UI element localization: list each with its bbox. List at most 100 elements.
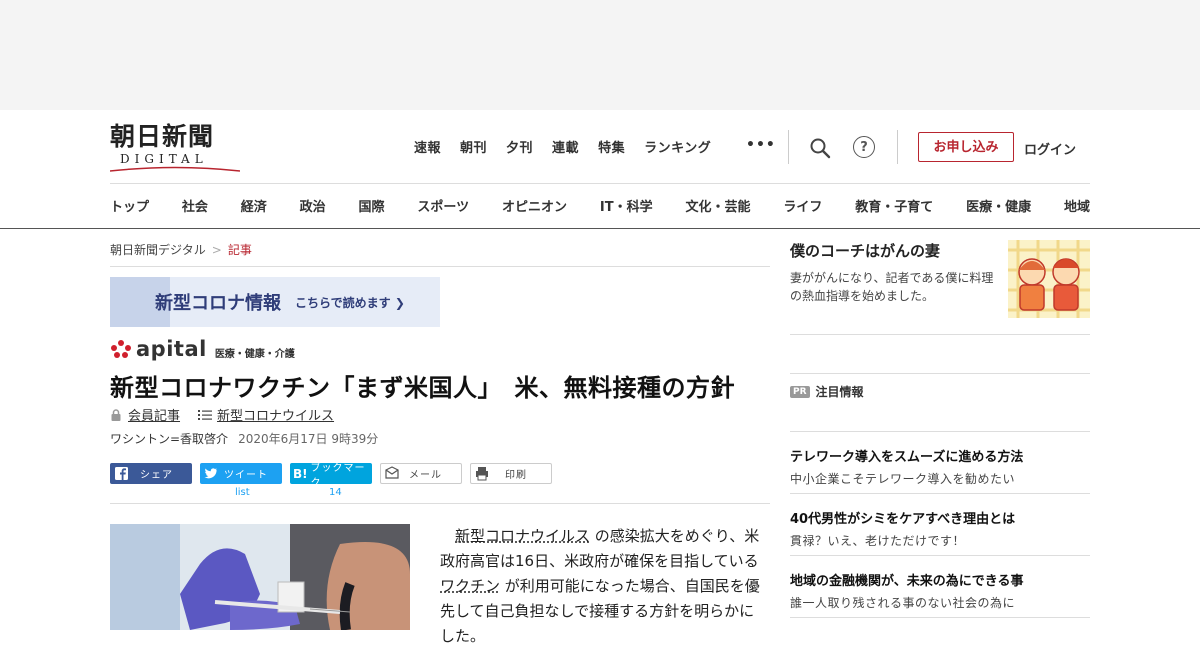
topnav-item[interactable]: 朝刊	[460, 137, 487, 156]
logo-sub-text: DIGITAL	[120, 152, 208, 166]
pr-item-desc: 貫禄？いえ、老けただけです！	[790, 534, 966, 548]
hatena-bookmark-label: ブックマーク	[310, 462, 366, 489]
apital-tagline: 医療・健康・介護	[214, 348, 295, 360]
topnav-item[interactable]: 速報	[414, 137, 441, 156]
category-item[interactable]: オピニオン	[502, 196, 567, 215]
divider	[897, 130, 898, 164]
article-photo[interactable]	[110, 524, 410, 630]
article-headline: 新型コロナワクチン「まず米国人」 米、無料接種の方針	[110, 374, 735, 402]
category-item[interactable]: 経済	[241, 196, 267, 215]
twitter-share-label: ツイート	[224, 470, 268, 481]
category-item[interactable]: トップ	[110, 196, 149, 215]
divider	[110, 503, 770, 504]
mail-icon	[385, 466, 399, 479]
byline: ワシントン=香取啓介 2020年6月17日 9時39分	[110, 430, 378, 447]
breadcrumb-separator: >	[211, 243, 222, 257]
pr-item[interactable]: 40代男性がシミをケアすべき理由とは 貫禄？いえ、老けただけです！	[790, 508, 1090, 549]
topnav-item[interactable]: 特集	[598, 137, 625, 156]
header-divider	[110, 183, 1090, 184]
pr-section-header: PR 注目情報	[790, 383, 864, 400]
hatena-bookmark-button[interactable]: B! ブックマーク	[290, 463, 372, 489]
category-item[interactable]: 医療・健康	[966, 196, 1031, 215]
topnav-item[interactable]: ランキング	[644, 137, 711, 156]
publish-date: 2020年6月17日 9時39分	[238, 432, 379, 446]
category-item[interactable]: 政治	[300, 196, 326, 215]
body-link-vaccine[interactable]: ワクチン	[440, 577, 500, 595]
hatena-icon: B!	[292, 466, 308, 481]
apital-name: apital	[136, 337, 207, 361]
divider	[788, 130, 789, 164]
category-item[interactable]: スポーツ	[417, 196, 469, 215]
logo-swoosh-icon	[110, 166, 240, 172]
body-link-covid[interactable]: 新型コロナウイルス	[455, 527, 590, 545]
vaccination-photo	[110, 524, 410, 630]
mail-share-label: メール	[409, 470, 442, 481]
banner-title: 新型コロナ情報	[155, 293, 281, 314]
print-label: 印刷	[505, 470, 527, 481]
pr-heading: 注目情報	[815, 385, 864, 399]
feature-description: 妻ががんになり、記者である僕に料理の熱血指導を始めました。	[790, 271, 994, 303]
apital-brand[interactable]: apital 医療・健康・介護	[110, 337, 295, 361]
topnav-item[interactable]: 夕刊	[506, 137, 533, 156]
category-item[interactable]: IT・科学	[600, 196, 653, 215]
category-item[interactable]: ライフ	[783, 196, 822, 215]
site-logo[interactable]: 朝日新聞 DIGITAL	[110, 122, 242, 172]
paragraph-indent	[440, 527, 455, 545]
login-link[interactable]: ログイン	[1024, 139, 1076, 158]
category-item[interactable]: 教育・子育て	[855, 196, 933, 215]
twitter-icon	[204, 468, 218, 479]
divider	[110, 266, 770, 267]
pr-item-title: 地域の金融機関が、未来の為にできる事	[790, 574, 1024, 589]
feature-illustration	[1008, 240, 1090, 318]
pr-item[interactable]: 地域の金融機関が、未来の為にできる事 誰一人取り残される事のない社会の為に	[790, 570, 1090, 611]
mail-share-button[interactable]: メール	[380, 463, 462, 484]
pr-item-title: テレワーク導入をスムーズに進める方法	[790, 450, 1024, 465]
breadcrumb-current[interactable]: 記事	[228, 243, 252, 257]
category-item[interactable]: 社会	[182, 196, 208, 215]
divider	[790, 431, 1090, 432]
pr-item-desc: 誰一人取り残される事のない社会の為に	[790, 596, 1016, 610]
category-item[interactable]: 地域	[1064, 196, 1090, 215]
divider	[790, 373, 1090, 374]
site-header: 朝日新聞 DIGITAL 速報 朝刊 夕刊 連載 特集 ランキング ••• ? …	[0, 110, 1200, 229]
logo-main-text: 朝日新聞	[110, 122, 215, 151]
list-icon	[198, 409, 213, 420]
pr-item-desc: 中小企業こそテレワーク導入を勧めたい	[790, 472, 1016, 486]
lock-icon	[111, 408, 121, 421]
divider	[790, 334, 1090, 335]
category-item[interactable]: 文化・芸能	[685, 196, 750, 215]
category-nav: トップ 社会 経済 政治 国際 スポーツ オピニオン IT・科学 文化・芸能 ラ…	[110, 196, 1090, 215]
topnav-item[interactable]: 連載	[552, 137, 579, 156]
sidebar-feature[interactable]: 僕のコーチはがんの妻 妻ががんになり、記者である僕に料理の熱血指導を始めました。	[790, 240, 1090, 318]
corona-info-banner[interactable]: 新型コロナ情報 こちらで読めます ❯	[110, 277, 440, 327]
facebook-share-button[interactable]: シェア	[110, 463, 192, 484]
divider	[790, 493, 1090, 494]
breadcrumb-home[interactable]: 朝日新聞デジタル	[110, 243, 206, 257]
article-meta: 会員記事 新型コロナウイルス	[110, 405, 334, 424]
author: ワシントン=香取啓介	[110, 432, 229, 446]
top-ad-area	[0, 0, 1200, 110]
twitter-share-button[interactable]: ツイート	[200, 463, 282, 484]
divider	[790, 555, 1090, 556]
facebook-share-label: シェア	[140, 470, 173, 481]
printer-icon	[476, 467, 488, 481]
share-bar: シェア ツイート B! ブックマーク メール 印刷	[110, 463, 560, 489]
facebook-icon	[115, 467, 128, 480]
signup-button[interactable]: お申し込み	[918, 132, 1014, 162]
divider	[790, 617, 1090, 618]
pr-badge: PR	[790, 385, 810, 398]
banner-link: こちらで読めます ❯	[295, 295, 405, 310]
search-icon[interactable]	[809, 137, 831, 159]
twitter-count[interactable]: list	[235, 487, 250, 498]
print-button[interactable]: 印刷	[470, 463, 552, 484]
breadcrumb: 朝日新聞デジタル > 記事	[110, 241, 252, 258]
more-menu-icon[interactable]: •••	[746, 137, 776, 153]
help-icon[interactable]: ?	[853, 136, 875, 158]
apital-logo-icon	[111, 340, 131, 358]
pr-item[interactable]: テレワーク導入をスムーズに進める方法 中小企業こそテレワーク導入を勧めたい	[790, 446, 1090, 487]
category-item[interactable]: 国際	[359, 196, 385, 215]
member-article-link[interactable]: 会員記事	[128, 405, 180, 424]
hatena-count[interactable]: 14	[329, 487, 342, 498]
topic-link[interactable]: 新型コロナウイルス	[217, 405, 334, 424]
pr-item-title: 40代男性がシミをケアすべき理由とは	[790, 512, 1016, 527]
